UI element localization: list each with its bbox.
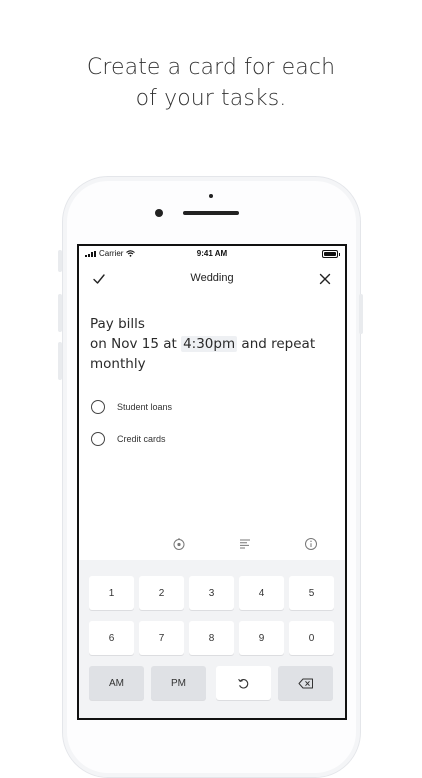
close-icon[interactable] bbox=[317, 271, 333, 287]
phone-power-button bbox=[359, 294, 363, 334]
notes-icon[interactable] bbox=[238, 537, 252, 551]
subtask-label: Credit cards bbox=[117, 434, 166, 444]
key-am[interactable]: AM bbox=[89, 666, 144, 700]
list-title: Wedding bbox=[190, 272, 234, 284]
backspace-icon bbox=[298, 678, 313, 688]
phone-camera bbox=[155, 209, 163, 217]
task-text-input[interactable]: Pay bills on Nov 15 at 4:30pm and repeat… bbox=[90, 314, 335, 374]
task-repeat-text: and repeat bbox=[237, 336, 316, 352]
key-3[interactable]: 3 bbox=[189, 576, 234, 610]
subtask-item[interactable]: Credit cards bbox=[91, 431, 166, 447]
nav-bar: Wedding bbox=[79, 268, 345, 292]
headline: Create a card for each of your tasks. bbox=[0, 52, 422, 114]
undo-icon bbox=[238, 678, 249, 689]
key-4[interactable]: 4 bbox=[239, 576, 284, 610]
phone-speaker bbox=[183, 211, 239, 215]
key-2[interactable]: 2 bbox=[139, 576, 184, 610]
status-bar: Carrier 9:41 AM bbox=[79, 246, 345, 262]
timer-icon[interactable] bbox=[172, 537, 186, 551]
undo-key[interactable] bbox=[216, 666, 271, 700]
key-pm[interactable]: PM bbox=[151, 666, 206, 700]
key-7[interactable]: 7 bbox=[139, 621, 184, 655]
status-time: 9:41 AM bbox=[196, 249, 228, 258]
phone-screen: Carrier 9:41 AM Wedding Pay bills on Nov… bbox=[77, 244, 347, 720]
task-repeat-interval: monthly bbox=[90, 356, 146, 372]
battery-icon bbox=[322, 250, 340, 258]
subtask-radio[interactable] bbox=[91, 400, 105, 414]
phone-volume-down bbox=[58, 342, 62, 380]
subtask-label: Student loans bbox=[117, 402, 173, 412]
editor-toolbar bbox=[79, 532, 345, 556]
key-0[interactable]: 0 bbox=[289, 621, 334, 655]
key-5[interactable]: 5 bbox=[289, 576, 334, 610]
headline-line-1: Create a card for each bbox=[86, 55, 336, 80]
delete-key[interactable] bbox=[278, 666, 333, 700]
task-schedule-line: on Nov 15 at 4:30pm and repeat bbox=[90, 334, 335, 354]
headline-line-2: of your tasks. bbox=[135, 86, 287, 111]
phone-mute-switch bbox=[58, 250, 62, 272]
key-8[interactable]: 8 bbox=[189, 621, 234, 655]
task-date-text: on Nov 15 at bbox=[90, 336, 182, 352]
time-keyboard: 1 2 3 4 5 6 7 8 9 0 AM PM bbox=[79, 560, 345, 718]
task-time-highlight[interactable]: 4:30pm bbox=[181, 336, 238, 352]
task-title: Pay bills bbox=[90, 316, 145, 332]
phone-sensor bbox=[209, 194, 213, 198]
subtask-item[interactable]: Student loans bbox=[91, 399, 172, 415]
phone-volume-up bbox=[58, 294, 62, 332]
subtask-radio[interactable] bbox=[91, 432, 105, 446]
key-6[interactable]: 6 bbox=[89, 621, 134, 655]
info-icon[interactable] bbox=[304, 537, 318, 551]
key-9[interactable]: 9 bbox=[239, 621, 284, 655]
key-1[interactable]: 1 bbox=[89, 576, 134, 610]
